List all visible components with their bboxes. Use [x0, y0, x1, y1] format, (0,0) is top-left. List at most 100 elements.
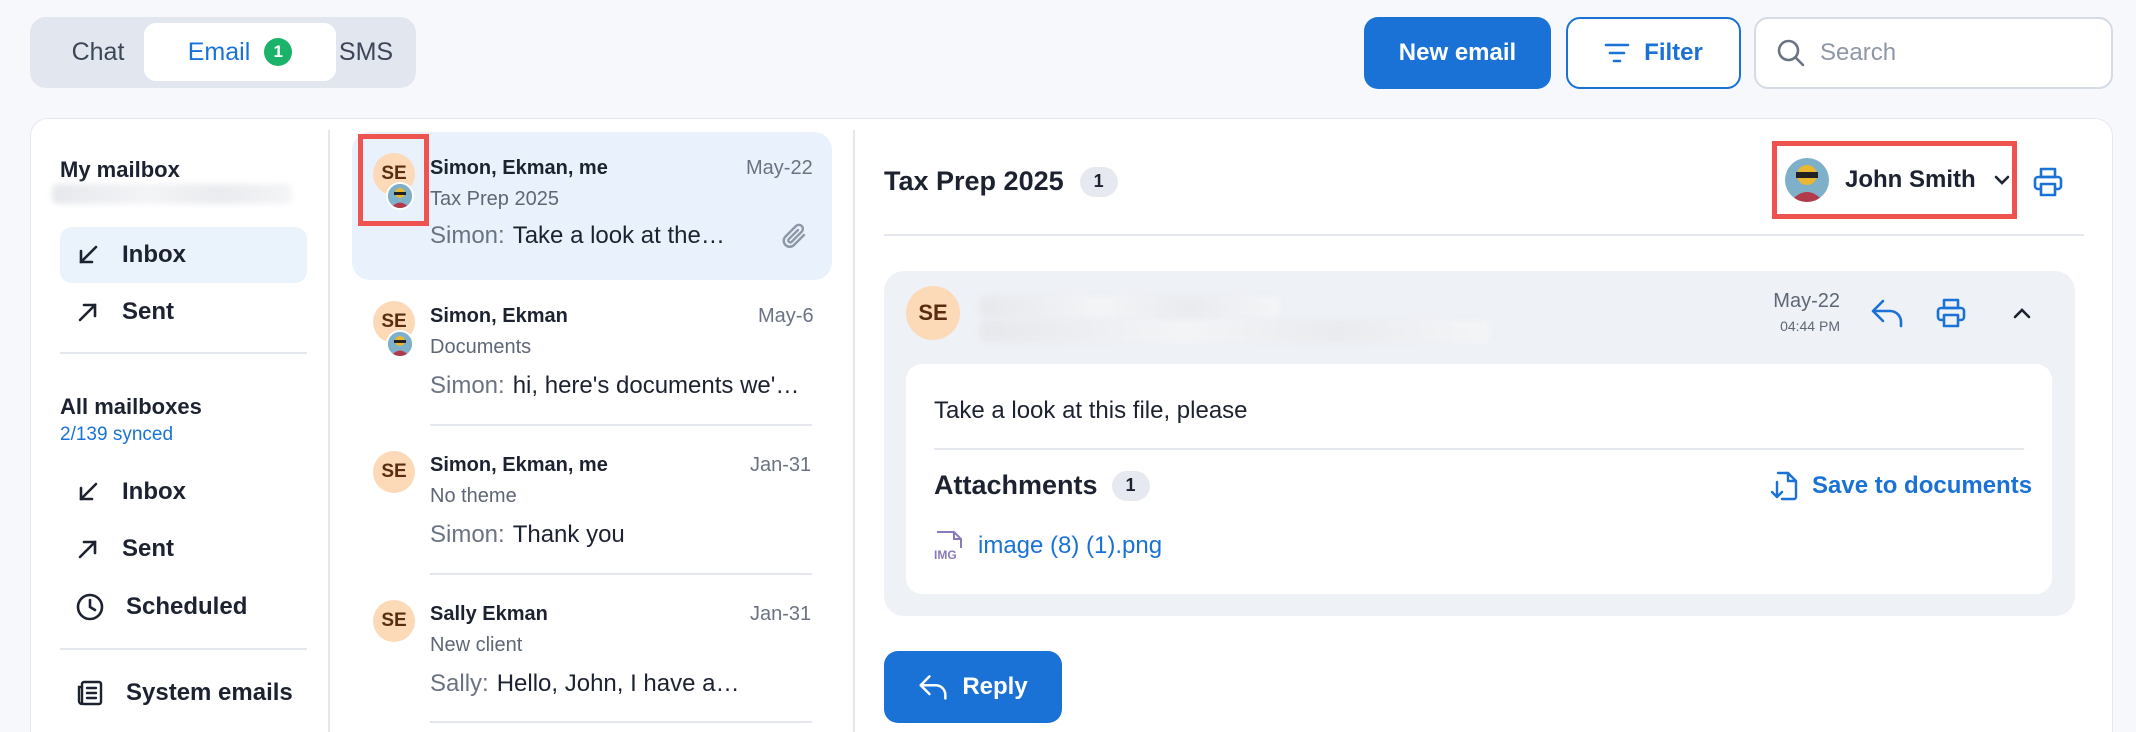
list-separator — [430, 721, 812, 723]
sidebar-item-all-inbox[interactable]: Inbox — [60, 464, 307, 520]
print-icon[interactable] — [1935, 297, 1967, 329]
search-input[interactable] — [1820, 39, 2080, 67]
email-preview: Simon: hi, here's documents we'… — [430, 372, 799, 400]
list-divider — [853, 130, 855, 732]
unread-badge: 1 — [264, 38, 293, 66]
message-text: Take a look at this file, please — [934, 397, 1248, 424]
all-mailboxes-title: All mailboxes — [60, 394, 202, 419]
arrow-up-right-icon — [76, 537, 100, 561]
list-separator — [430, 424, 812, 426]
new-email-button[interactable]: New email — [1364, 17, 1551, 89]
header-separator — [884, 234, 2084, 236]
user-selector[interactable]: John Smith — [1772, 141, 2017, 219]
print-icon[interactable] — [2032, 166, 2064, 198]
attachment-name: image (8) (1).png — [978, 532, 1163, 559]
attachment-item[interactable]: IMG image (8) (1).png — [934, 530, 1162, 562]
thread-count-badge: 1 — [1079, 166, 1118, 197]
arrow-down-left-icon — [76, 480, 100, 504]
body-separator — [934, 448, 2024, 450]
sidebar-item-label: Scheduled — [126, 593, 248, 620]
message-date: May-22 — [1773, 290, 1840, 312]
my-mailbox-title: My mailbox — [60, 157, 180, 182]
arrow-up-right-icon — [76, 300, 100, 324]
reply-icon — [918, 672, 948, 702]
sidebar-item-system-emails[interactable]: System emails — [60, 665, 307, 721]
save-to-documents-button[interactable]: Save to documents — [1770, 470, 2032, 502]
preview-text: Hello, John, I have a… — [496, 670, 740, 697]
preview-sender: Simon: — [430, 521, 505, 548]
tab-chat-label: Chat — [71, 37, 125, 66]
clock-icon — [76, 593, 104, 621]
email-date: Jan-31 — [750, 454, 812, 476]
sidebar-separator — [60, 648, 307, 650]
search-icon — [1776, 38, 1806, 68]
sidebar-item-inbox[interactable]: Inbox — [60, 227, 307, 283]
email-date: May-22 — [746, 157, 813, 179]
file-type-label: IMG — [934, 548, 957, 562]
sidebar-separator — [60, 352, 307, 354]
thread-header: Tax Prep 2025 1 — [884, 166, 1118, 197]
avatar: SE — [373, 451, 415, 493]
search-box — [1754, 17, 2113, 89]
filter-icon — [1604, 41, 1630, 65]
document-list-icon — [76, 679, 104, 707]
email-sender: Simon, Ekman, me — [430, 157, 608, 179]
attachments-label: Attachments — [934, 470, 1098, 500]
paperclip-icon — [780, 222, 810, 252]
sender-name-blurred — [980, 296, 1280, 318]
mailbox-address-blurred — [52, 184, 292, 204]
arrow-down-left-icon — [76, 243, 100, 267]
image-file-icon: IMG — [934, 530, 964, 562]
preview-text: Take a look at the… — [512, 222, 725, 249]
email-preview: Simon: Take a look at the… — [430, 222, 725, 250]
sidebar-item-label: Inbox — [122, 478, 186, 505]
reply-icon[interactable] — [1870, 297, 1904, 329]
email-date: Jan-31 — [750, 603, 812, 625]
sender-address-blurred — [980, 320, 1490, 342]
sidebar-item-label: Sent — [122, 535, 175, 562]
attachments-count-badge: 1 — [1111, 470, 1150, 501]
save-label: Save to documents — [1812, 472, 2033, 499]
email-sender: Simon, Ekman — [430, 305, 568, 327]
sync-status: 2/139 synced — [60, 424, 174, 445]
chevron-up-icon[interactable] — [2010, 302, 2034, 326]
user-avatar — [1785, 158, 1829, 202]
preview-text: hi, here's documents we'… — [512, 372, 800, 399]
tab-sms-label: SMS — [338, 37, 394, 66]
email-sender: Simon, Ekman, me — [430, 454, 608, 476]
attachments-header: Attachments 1 — [934, 470, 1150, 501]
avatar: SE — [906, 286, 960, 340]
reply-label: Reply — [962, 673, 1028, 700]
message-time: 04:44 PM — [1780, 318, 1840, 334]
channel-tabs: Chat Email 1 SMS — [30, 17, 416, 88]
avatar-highlight — [358, 134, 429, 226]
tab-email[interactable]: Email 1 — [144, 23, 336, 81]
sidebar-divider — [328, 130, 330, 732]
sidebar-item-label: Inbox — [122, 241, 186, 268]
preview-sender: Sally: — [430, 670, 489, 697]
avatar-user-mini — [386, 330, 414, 358]
filter-button[interactable]: Filter — [1566, 17, 1741, 89]
email-date: May-6 — [758, 305, 814, 327]
sidebar-item-label: System emails — [126, 679, 293, 706]
reply-button[interactable]: Reply — [884, 651, 1062, 723]
tab-email-label: Email — [187, 37, 251, 66]
filter-label: Filter — [1644, 39, 1703, 66]
email-subject: No theme — [430, 485, 517, 507]
preview-text: Thank you — [512, 521, 625, 548]
email-preview: Simon: Thank you — [430, 521, 625, 549]
chevron-down-icon — [1992, 170, 2012, 190]
tab-sms[interactable]: SMS — [318, 23, 414, 81]
email-subject: Documents — [430, 336, 532, 358]
email-sender: Sally Ekman — [430, 603, 548, 625]
list-separator — [430, 573, 812, 575]
email-subject: Tax Prep 2025 — [430, 188, 559, 210]
sidebar-item-sent[interactable]: Sent — [60, 284, 307, 340]
preview-sender: Simon: — [430, 372, 505, 399]
save-document-icon — [1770, 470, 1800, 502]
tab-chat[interactable]: Chat — [36, 23, 160, 81]
avatar: SE — [373, 600, 415, 642]
sidebar-item-label: Sent — [122, 298, 175, 325]
sidebar-item-scheduled[interactable]: Scheduled — [60, 579, 307, 635]
sidebar-item-all-sent[interactable]: Sent — [60, 521, 307, 577]
